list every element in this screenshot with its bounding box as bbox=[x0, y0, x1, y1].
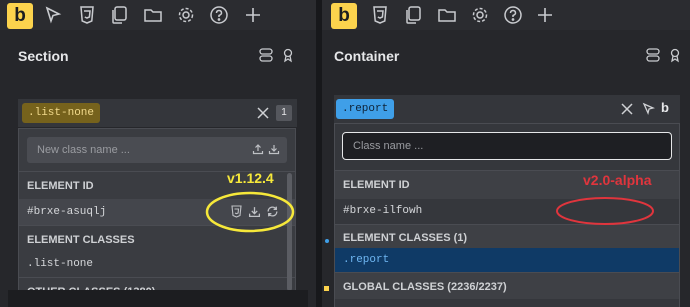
new-class-input[interactable]: New class name ... bbox=[27, 137, 287, 163]
panel-footer bbox=[8, 290, 308, 307]
left-toolbar: b bbox=[0, 0, 316, 30]
bricks-mini-logo[interactable]: b bbox=[661, 100, 669, 115]
class-count-badge: 1 bbox=[276, 105, 292, 121]
folder-icon[interactable] bbox=[437, 5, 457, 25]
gear-icon[interactable] bbox=[470, 5, 490, 25]
class-name-input[interactable]: Class name ... bbox=[342, 132, 672, 160]
active-class-chip[interactable]: .list-none bbox=[22, 103, 101, 123]
copy-icon[interactable] bbox=[109, 5, 129, 25]
indicator-dot bbox=[324, 286, 329, 291]
highlight-ellipse bbox=[556, 197, 654, 225]
bricks-logo[interactable]: b bbox=[7, 3, 33, 29]
panel-title: Container bbox=[334, 48, 400, 64]
bricks-logo[interactable]: b bbox=[331, 3, 357, 29]
right-panel: b Container .report b Class name ... ELE… bbox=[322, 0, 690, 307]
element-id-value: #brxe-ilfowh bbox=[343, 205, 423, 217]
cursor-icon[interactable] bbox=[642, 102, 655, 115]
upload-icon[interactable] bbox=[252, 143, 264, 155]
class-selector-bar[interactable]: .report b bbox=[334, 95, 680, 123]
close-icon[interactable] bbox=[621, 103, 633, 115]
left-panel: b Section .list-none 1 New class name ..… bbox=[0, 0, 316, 307]
cursor-icon[interactable] bbox=[43, 5, 63, 25]
download-icon[interactable] bbox=[268, 143, 280, 155]
element-class-item[interactable]: .list-none bbox=[19, 251, 295, 277]
element-class-item-selected[interactable]: .report bbox=[335, 248, 679, 272]
element-class-name: .report bbox=[343, 254, 390, 266]
css3-icon[interactable] bbox=[77, 5, 97, 25]
plus-icon[interactable] bbox=[243, 5, 263, 25]
class-name-placeholder: Class name ... bbox=[353, 140, 424, 152]
active-class-chip[interactable]: .report bbox=[336, 99, 395, 119]
element-id-value: #brxe-asuqlj bbox=[27, 206, 107, 218]
element-classes-heading: ELEMENT CLASSES bbox=[27, 234, 135, 246]
help-icon[interactable] bbox=[503, 5, 523, 25]
pin-icon[interactable] bbox=[667, 47, 683, 63]
copy-icon[interactable] bbox=[403, 5, 423, 25]
plus-icon[interactable] bbox=[535, 5, 555, 25]
version-annotation: v2.0-alpha bbox=[583, 172, 652, 188]
help-icon[interactable] bbox=[209, 5, 229, 25]
folder-icon[interactable] bbox=[143, 5, 163, 25]
toggle-icon[interactable] bbox=[645, 47, 661, 63]
version-annotation: v1.12.4 bbox=[227, 170, 274, 186]
global-classes-section-header: GLOBAL CLASSES (2236/2237) bbox=[335, 272, 679, 299]
css3-icon[interactable] bbox=[370, 5, 390, 25]
pin-icon[interactable] bbox=[280, 47, 296, 63]
right-toolbar: b bbox=[322, 0, 690, 30]
new-class-placeholder: New class name ... bbox=[37, 144, 130, 156]
indicator-dot bbox=[325, 239, 329, 243]
close-icon[interactable] bbox=[257, 107, 269, 119]
highlight-ellipse bbox=[205, 191, 295, 233]
element-classes-heading: ELEMENT CLASSES (1) bbox=[343, 232, 468, 244]
class-selector-bar[interactable]: .list-none 1 bbox=[18, 99, 297, 127]
toggle-icon[interactable] bbox=[258, 47, 274, 63]
gear-icon[interactable] bbox=[176, 5, 196, 25]
element-id-heading: ELEMENT ID bbox=[27, 180, 94, 192]
panel-title: Section bbox=[18, 48, 69, 64]
element-id-heading: ELEMENT ID bbox=[343, 179, 410, 191]
element-class-name: .list-none bbox=[27, 258, 94, 270]
global-classes-heading: GLOBAL CLASSES (2236/2237) bbox=[343, 281, 507, 293]
